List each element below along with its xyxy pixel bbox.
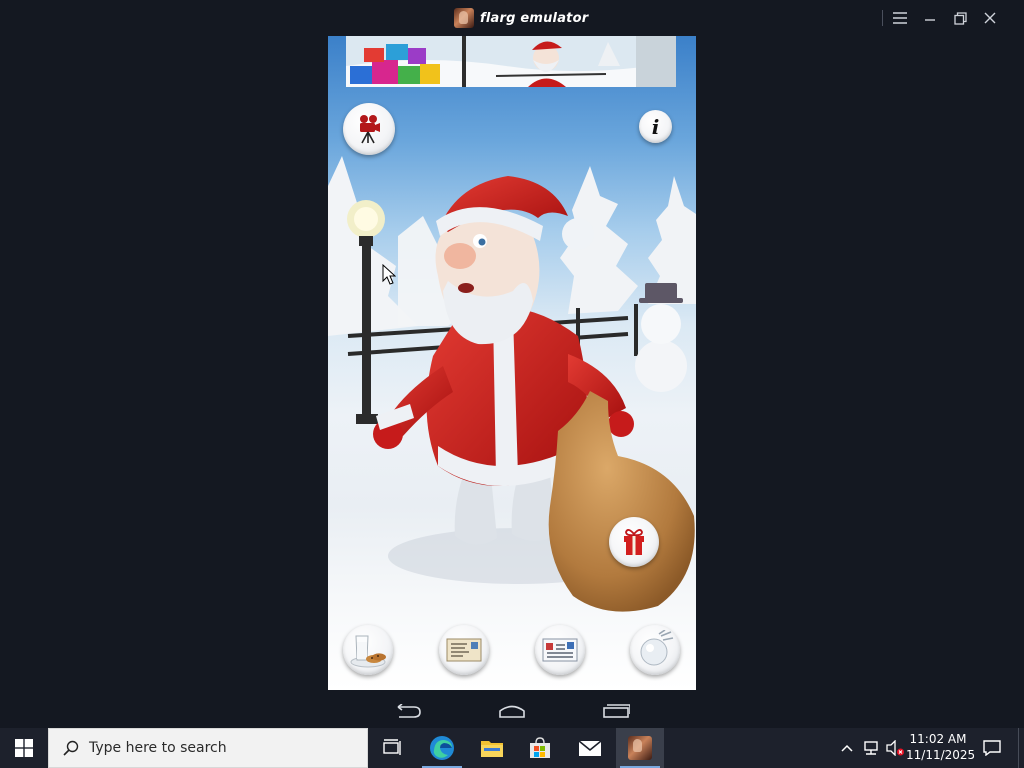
search-icon: [61, 738, 81, 758]
letter-icon: [446, 638, 482, 662]
windows-taskbar: Type here to search 11:02 AM 11/11/2025: [0, 728, 1024, 768]
window-title: flarg emulator: [480, 10, 589, 26]
taskbar-clock[interactable]: 11:02 AM 11/11/2025: [906, 731, 976, 765]
action-center-button[interactable]: [976, 728, 1008, 768]
info-icon: i: [651, 114, 660, 139]
home-icon: [499, 705, 525, 718]
close-icon: [984, 12, 996, 24]
folder-icon: [481, 741, 503, 757]
android-back-button[interactable]: [388, 700, 428, 722]
info-button[interactable]: i: [639, 110, 672, 143]
gift-icon: [624, 529, 644, 555]
close-button[interactable]: [978, 6, 1002, 30]
minimize-button[interactable]: [918, 6, 942, 30]
gift-button[interactable]: [609, 517, 659, 567]
emulator-title-bar: flarg emulator: [0, 0, 1024, 36]
restore-icon: [953, 11, 967, 25]
window-title-group: flarg emulator: [454, 8, 588, 28]
menu-button[interactable]: [888, 6, 912, 30]
snowball-button[interactable]: [630, 625, 680, 675]
notification-icon: [983, 740, 1001, 756]
edge-browser-icon: [430, 736, 454, 760]
ad-banner-image: [346, 36, 676, 87]
clock-date: 11/11/2025: [906, 748, 976, 762]
restore-button[interactable]: [948, 6, 972, 30]
start-button[interactable]: [0, 728, 48, 768]
task-view-icon: [383, 739, 401, 755]
taskbar-mail[interactable]: [566, 728, 614, 768]
milk-and-cookies-icon: [350, 635, 386, 668]
flarg-emulator-icon: [628, 736, 652, 760]
volume-muted-icon: [886, 740, 904, 756]
milk-and-cookies-button[interactable]: [343, 625, 393, 675]
video-camera-icon: [360, 115, 380, 144]
minimize-icon: [925, 19, 935, 21]
android-home-button[interactable]: [492, 700, 532, 722]
postcard-icon: [542, 638, 578, 662]
show-hidden-icons-button[interactable]: [836, 728, 858, 768]
windows-logo-icon: [15, 739, 33, 757]
search-placeholder: Type here to search: [89, 740, 227, 756]
recent-apps-icon: [603, 704, 630, 718]
chevron-up-icon: [841, 744, 853, 752]
app-logo-icon: [454, 8, 474, 28]
store-bag-icon: [530, 737, 550, 758]
letter-button[interactable]: [439, 625, 489, 675]
ad-banner[interactable]: [346, 36, 676, 87]
task-view-button[interactable]: [368, 728, 416, 768]
network-icon: [864, 741, 878, 755]
postcard-button[interactable]: [535, 625, 585, 675]
hamburger-menu-icon: [893, 12, 907, 24]
snowball-icon: [640, 630, 674, 666]
show-desktop-button[interactable]: [1018, 728, 1024, 768]
android-navigation-bar: [328, 692, 696, 728]
mail-envelope-icon: [578, 740, 602, 756]
phone-screen[interactable]: i: [328, 36, 696, 690]
taskbar-file-explorer[interactable]: [468, 728, 516, 768]
back-arrow-icon: [397, 704, 421, 718]
video-record-button[interactable]: [343, 103, 395, 155]
taskbar-flarg-emulator[interactable]: [616, 728, 664, 768]
android-recents-button[interactable]: [596, 700, 636, 722]
network-status-button[interactable]: [860, 728, 882, 768]
snowman: [635, 283, 687, 392]
title-bar-divider: [882, 10, 883, 26]
clock-time: 11:02 AM: [909, 732, 967, 746]
taskbar-search-box[interactable]: Type here to search: [48, 728, 368, 768]
volume-button[interactable]: [884, 728, 906, 768]
taskbar-edge[interactable]: [418, 728, 466, 768]
taskbar-microsoft-store[interactable]: [516, 728, 564, 768]
